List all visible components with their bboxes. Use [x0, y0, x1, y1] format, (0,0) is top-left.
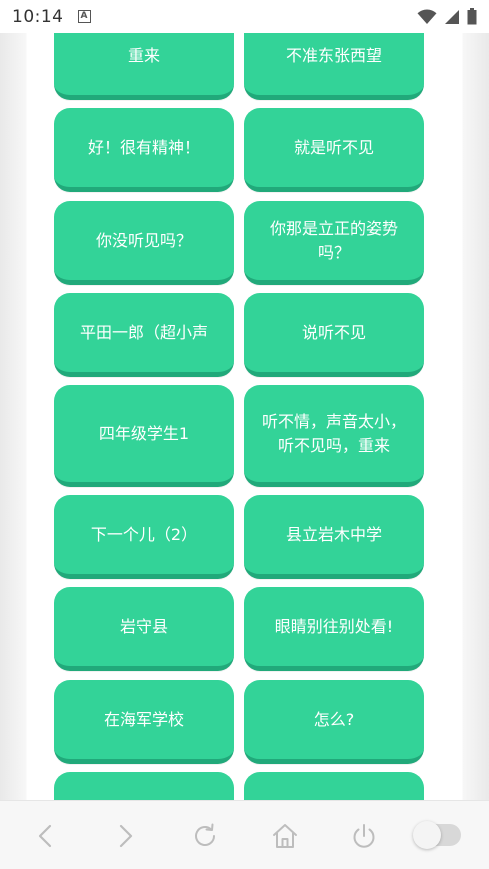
notification-a-icon: A — [77, 10, 91, 23]
battery-icon — [467, 8, 477, 25]
cellular-signal-icon — [445, 9, 459, 24]
phrase-button[interactable]: 在海军学校 — [54, 680, 234, 764]
phrase-button[interactable]: 怎么? — [244, 680, 424, 764]
forward-icon[interactable] — [110, 821, 140, 851]
toggle-knob — [413, 821, 441, 849]
phrase-button[interactable]: 重来 — [54, 33, 234, 100]
browser-bottom-toolbar — [0, 800, 489, 869]
home-icon[interactable] — [270, 821, 300, 851]
wifi-icon — [417, 8, 437, 24]
status-icons — [417, 8, 477, 25]
phrase-button[interactable]: 你那是立正的姿势吗？ — [244, 201, 424, 285]
phrase-button[interactable]: 岩守县 — [54, 587, 234, 671]
toggle-switch[interactable] — [413, 821, 461, 849]
phrase-button[interactable] — [54, 772, 234, 800]
scroll-viewport[interactable]: 重来 不准东张西望 好！很有精神！ 就是听不见 你没听见吗？ 你那是立正的姿势吗… — [0, 33, 489, 800]
power-icon[interactable] — [349, 821, 379, 851]
phrase-button[interactable] — [244, 772, 424, 800]
phrase-button[interactable]: 县立岩木中学 — [244, 495, 424, 579]
phrase-button[interactable]: 你没听见吗？ — [54, 201, 234, 285]
phrase-button[interactable]: 四年级学生1 — [54, 385, 234, 487]
status-time: 10:14 — [12, 6, 64, 27]
phrase-button[interactable]: 不准东张西望 — [244, 33, 424, 100]
status-bar: 10:14 A — [0, 0, 489, 33]
phrase-button[interactable]: 就是听不见 — [244, 108, 424, 192]
phrase-button[interactable]: 好！很有精神！ — [54, 108, 234, 192]
refresh-icon[interactable] — [190, 821, 220, 851]
phrase-button[interactable]: 平田一郎（超小声 — [54, 293, 234, 377]
back-icon[interactable] — [31, 821, 61, 851]
phrase-button[interactable]: 眼睛别往别处看! — [244, 587, 424, 671]
phrase-button[interactable]: 听不情，声音太小，听不见吗，重来 — [244, 385, 424, 487]
phrase-button[interactable]: 说听不见 — [244, 293, 424, 377]
phrase-button[interactable]: 下一个儿（2） — [54, 495, 234, 579]
